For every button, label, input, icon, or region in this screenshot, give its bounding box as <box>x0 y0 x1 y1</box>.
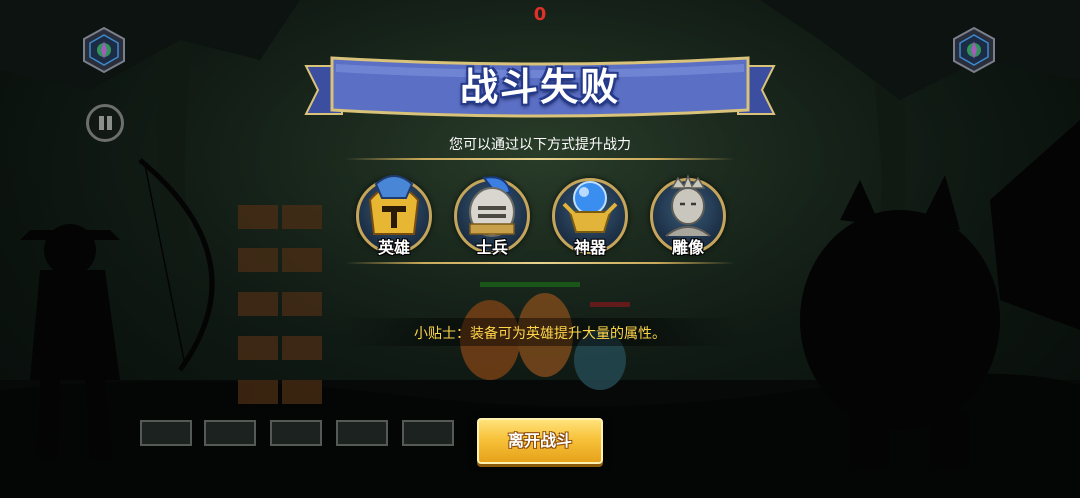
skill-slot[interactable] <box>336 420 388 446</box>
leave-battle-button[interactable]: 离开战斗 <box>477 418 603 464</box>
score-counter: 0 <box>533 4 547 25</box>
option-statue[interactable]: 雕像 <box>650 174 726 258</box>
skill-slot[interactable] <box>140 420 192 446</box>
option-hero[interactable]: 英雄 <box>356 174 432 258</box>
skill-slot[interactable] <box>204 420 256 446</box>
option-label: 英雄 <box>377 238 410 257</box>
divider <box>345 158 735 160</box>
divider <box>345 262 735 264</box>
option-label: 神器 <box>573 238 606 257</box>
skill-slot[interactable] <box>270 420 322 446</box>
option-artifact[interactable]: 神器 <box>552 174 628 258</box>
option-soldier[interactable]: 士兵 <box>454 174 530 258</box>
option-label: 雕像 <box>671 238 704 257</box>
tip-text: 小贴士：装备可为英雄提升大量的属性。 <box>414 326 666 342</box>
improve-subtitle: 您可以通过以下方式提升战力 <box>449 137 631 153</box>
skill-slot[interactable] <box>402 420 454 446</box>
option-label: 士兵 <box>475 238 508 257</box>
defeat-title: 战斗失败 <box>459 65 620 109</box>
